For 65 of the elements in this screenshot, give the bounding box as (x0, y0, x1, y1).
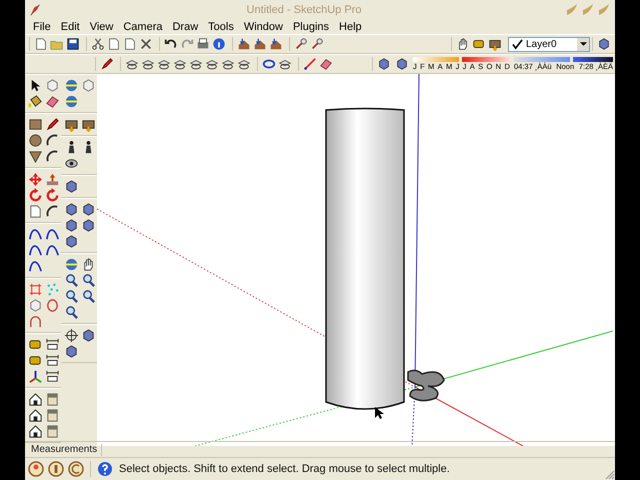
mouse-cursor-icon (375, 407, 384, 419)
line-tool-icon[interactable] (303, 57, 317, 71)
zoom-icon[interactable] (64, 273, 79, 288)
house-icon[interactable] (28, 408, 43, 423)
zoom-icon[interactable] (81, 289, 96, 304)
eraser-icon[interactable] (319, 57, 333, 71)
window-title: Untitled - SketchUp Pro (246, 4, 362, 16)
globe-icon[interactable] (64, 94, 79, 109)
menu-item[interactable]: Help (334, 20, 367, 32)
zoom-extents-icon[interactable] (64, 305, 79, 320)
house-icon[interactable] (28, 424, 43, 439)
curve-icon[interactable] (28, 259, 43, 274)
printer-icon[interactable] (196, 37, 210, 51)
layer-dropdown[interactable]: Layer0 (508, 36, 590, 52)
resize-grip-icon[interactable] (605, 470, 615, 480)
house-icon[interactable] (28, 392, 43, 407)
curve-icon[interactable] (45, 243, 60, 258)
loop-icon[interactable] (262, 57, 276, 71)
zoom-window-icon[interactable] (64, 289, 79, 304)
info-icon[interactable] (212, 37, 226, 51)
menu-item[interactable]: Camera (118, 20, 168, 32)
help-icon[interactable] (97, 461, 113, 477)
box-icon[interactable] (64, 234, 79, 249)
box-icon[interactable] (81, 202, 96, 217)
move-icon[interactable] (28, 172, 43, 187)
dots-icon[interactable] (45, 282, 60, 297)
status-message: Select objects. Shift to extend select. Drag mouse to select multiple. (119, 463, 451, 475)
curve-icon[interactable] (28, 243, 43, 258)
grid-icon[interactable] (28, 282, 43, 297)
hand-icon[interactable] (456, 37, 470, 51)
zoom-icon[interactable] (81, 273, 96, 288)
menu-item[interactable]: Window (238, 20, 288, 32)
new-file-icon[interactable] (34, 37, 48, 51)
measurements-label: Measurements (30, 444, 98, 455)
box-icon[interactable] (81, 218, 96, 233)
curve-icon[interactable] (28, 227, 43, 242)
eraser-icon[interactable] (45, 94, 60, 109)
upload-model-icon[interactable] (237, 37, 251, 51)
pencil-icon[interactable] (100, 57, 114, 71)
push-pull-icon[interactable] (45, 172, 60, 187)
follow-me-icon[interactable] (45, 188, 60, 203)
menu-item[interactable]: View (84, 20, 118, 32)
arch-icon[interactable] (28, 314, 43, 329)
polygon-icon[interactable] (28, 149, 43, 164)
oval-icon[interactable] (45, 298, 60, 313)
paint-bucket-icon[interactable] (28, 94, 43, 109)
box-icon[interactable] (64, 218, 79, 233)
undo-icon[interactable] (164, 37, 178, 51)
menu-item[interactable]: Draw (167, 20, 204, 32)
menu-item[interactable]: Edit (56, 20, 85, 32)
menu-item[interactable]: File (28, 20, 56, 32)
scale-figure-drawing (407, 370, 445, 402)
caret-icon (580, 42, 586, 46)
curve-icon[interactable] (45, 227, 60, 242)
download-model-icon[interactable] (253, 37, 267, 51)
globe-icon[interactable] (64, 78, 79, 93)
save-icon[interactable] (66, 37, 80, 51)
scissors-icon[interactable] (91, 37, 105, 51)
pencil-icon[interactable] (45, 117, 60, 132)
menu-item[interactable]: Plugins (288, 20, 334, 32)
axes-icon[interactable] (28, 369, 43, 384)
box-icon[interactable] (64, 202, 79, 217)
delete-icon[interactable] (139, 37, 153, 51)
menu-item[interactable]: Tools (203, 20, 239, 32)
checkmark-icon (512, 38, 523, 50)
